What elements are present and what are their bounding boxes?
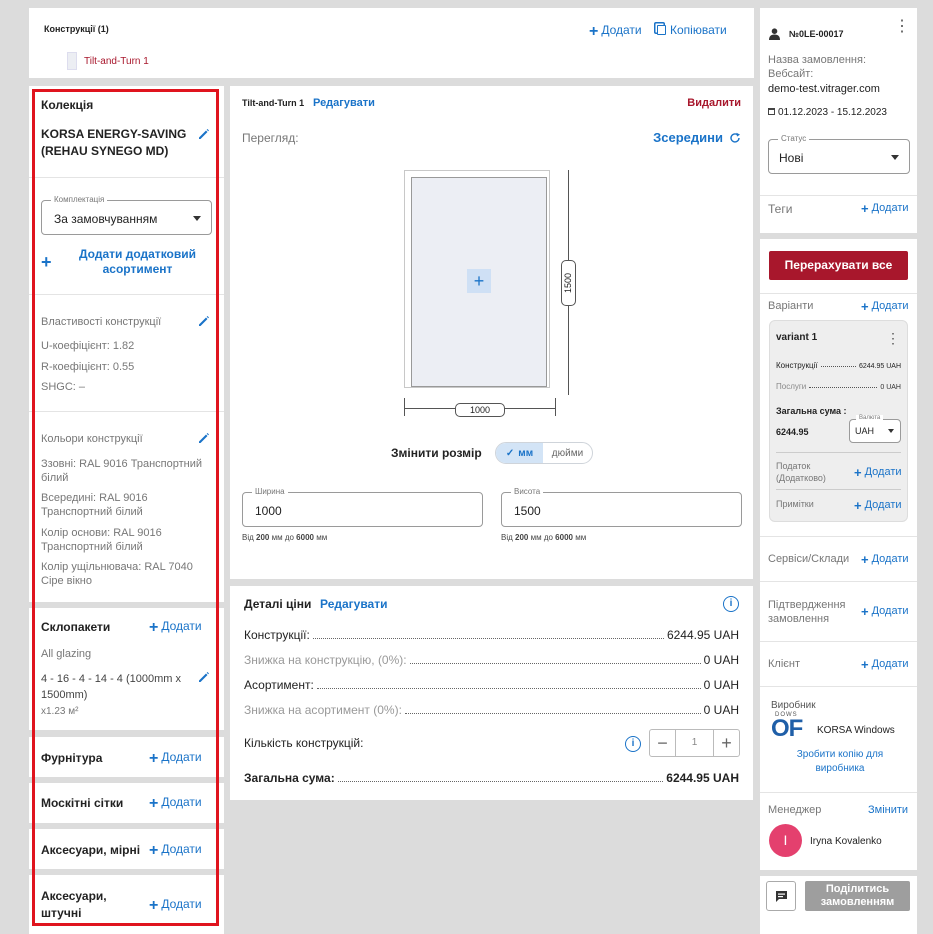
info-icon[interactable]: i: [723, 596, 739, 612]
window-thumbnail-icon: [67, 52, 77, 70]
calendar-icon: [768, 108, 775, 115]
manager-label: Менеджер: [768, 804, 822, 816]
order-number: №0LE-00017: [789, 29, 844, 39]
copy-icon: [657, 25, 666, 35]
variants-label: Варіанти: [768, 300, 814, 312]
add-tax-button[interactable]: + Додати: [854, 465, 902, 480]
qty-label: Кількість конструкцій:: [244, 736, 364, 750]
tags-label: Теги: [768, 202, 793, 216]
view-mode-toggle[interactable]: Зсередини: [653, 130, 741, 145]
edit-price-link[interactable]: Редагувати: [320, 597, 388, 611]
chevron-down-icon: [888, 429, 894, 433]
item-title: Tilt-and-Turn 1: [242, 98, 305, 108]
construction-editor: Tilt-and-Turn 1 Редагувати Видалити Пере…: [230, 86, 753, 579]
unit-mm-button[interactable]: ✓ мм: [496, 443, 543, 463]
website: demo-test.vitrager.com: [768, 83, 880, 95]
add-service-button[interactable]: + Додати: [861, 552, 909, 567]
recalculate-all-button[interactable]: Перерахувати все: [769, 251, 908, 280]
unit-toggle[interactable]: ✓ мм дюйми: [495, 442, 593, 464]
minus-button[interactable]: −: [650, 730, 676, 756]
construction-tab-item[interactable]: Tilt-and-Turn 1: [67, 52, 149, 70]
highlight-frame: [32, 89, 219, 926]
qty-stepper[interactable]: − 1 +: [649, 729, 740, 757]
price-title: Деталі ціни: [244, 597, 312, 611]
copy-construction-button[interactable]: Копіювати: [657, 23, 727, 37]
price-row: Знижка на асортимент (0%): 0 UAH: [244, 703, 739, 717]
add-note-button[interactable]: + Додати: [854, 498, 902, 513]
add-tag-button[interactable]: + Додати: [861, 201, 909, 216]
price-details: Деталі ціни Редагувати i Конструкції: 624…: [230, 586, 753, 800]
maker-logo: DOWS OF: [771, 712, 803, 742]
chat-icon: [776, 891, 787, 902]
width-input[interactable]: Ширина 1000: [242, 487, 483, 527]
variant-total-label: Загальна сума :: [776, 406, 847, 416]
resize-label: Змінити розмір: [391, 446, 482, 460]
dates: 01.12.2023 - 15.12.2023: [768, 107, 887, 118]
order-name-label: Назва замовлення:: [768, 54, 867, 66]
add-construction-button[interactable]: + Додати: [589, 23, 642, 41]
variant-row: Конструкції 6244.95 UAH: [776, 361, 901, 370]
variant-name: variant 1: [776, 332, 818, 343]
add-variant-button[interactable]: + Додати: [861, 299, 909, 314]
order-sidebar: №0LE-00017 ⋮ Назва замовлення: Вебсайт: …: [760, 8, 917, 934]
delete-item-link[interactable]: Видалити: [687, 97, 741, 109]
width-hint: Від 200 мм до 6000 мм: [242, 533, 328, 542]
website-label: Вебсайт:: [768, 68, 814, 80]
manager-name: Iryna Kovalenko: [810, 836, 882, 847]
constructions-count: Конструкції (1): [44, 24, 109, 34]
client-label: Клієнт: [768, 658, 800, 670]
chevron-down-icon: [891, 155, 899, 160]
confirm-label: Підтвердження замовлення: [768, 599, 846, 625]
copy-for-maker-link[interactable]: Зробити копію для виробника: [780, 748, 900, 776]
chat-button[interactable]: [766, 881, 796, 911]
variant-row: Послуги 0 UAH: [776, 382, 901, 391]
user-icon: [769, 28, 780, 40]
refresh-icon: [730, 132, 740, 143]
window-frame: +: [404, 170, 550, 388]
height-hint: Від 200 мм до 6000 мм: [501, 533, 587, 542]
notes-label: Примітки: [776, 499, 814, 509]
qty-value[interactable]: 1: [676, 730, 713, 756]
price-row: Конструкції: 6244.95 UAH: [244, 628, 739, 642]
height-input[interactable]: Висота 1500: [501, 487, 742, 527]
plus-button[interactable]: +: [713, 730, 739, 756]
maker-label: Виробник: [771, 700, 816, 711]
add-confirm-button[interactable]: + Додати: [861, 604, 909, 619]
variant-kebab-icon[interactable]: ⋮: [886, 331, 900, 345]
status-select[interactable]: Статус Нові: [768, 134, 910, 174]
kebab-menu-icon[interactable]: ⋮: [894, 19, 910, 35]
edit-item-link[interactable]: Редагувати: [313, 97, 375, 109]
currency-select[interactable]: Валюта UAH: [849, 415, 901, 443]
constructions-bar: Конструкції (1) + Додати Копіювати Tilt-a…: [29, 8, 754, 78]
variant-total-value: 6244.95: [776, 427, 809, 437]
price-row: Знижка на конструкцію, (0%): 0 UAH: [244, 653, 739, 667]
qty-info-icon[interactable]: i: [625, 736, 641, 752]
view-label: Перегляд:: [242, 131, 299, 145]
price-row: Асортимент: 0 UAH: [244, 678, 739, 692]
tax-label: Податок (Додатково): [776, 461, 826, 483]
maker-name: KORSA Windows: [817, 725, 895, 736]
services-label: Сервіси/Склади: [768, 553, 850, 565]
change-manager-link[interactable]: Змінити: [868, 804, 908, 816]
add-client-button[interactable]: + Додати: [861, 657, 909, 672]
avatar: I: [769, 824, 802, 857]
share-order-button[interactable]: Поділитись замовленням: [805, 881, 910, 911]
total-row: Загальна сума: 6244.95 UAH: [244, 771, 739, 785]
check-icon: ✓: [505, 447, 515, 459]
width-dimension-label: 1000: [455, 403, 505, 417]
add-sash-button[interactable]: +: [467, 269, 491, 293]
unit-in-button[interactable]: дюйми: [543, 443, 592, 463]
variant-card[interactable]: variant 1 ⋮ Конструкції 6244.95 UAH Послу…: [769, 320, 908, 522]
height-dimension-label: 1500: [561, 260, 576, 306]
